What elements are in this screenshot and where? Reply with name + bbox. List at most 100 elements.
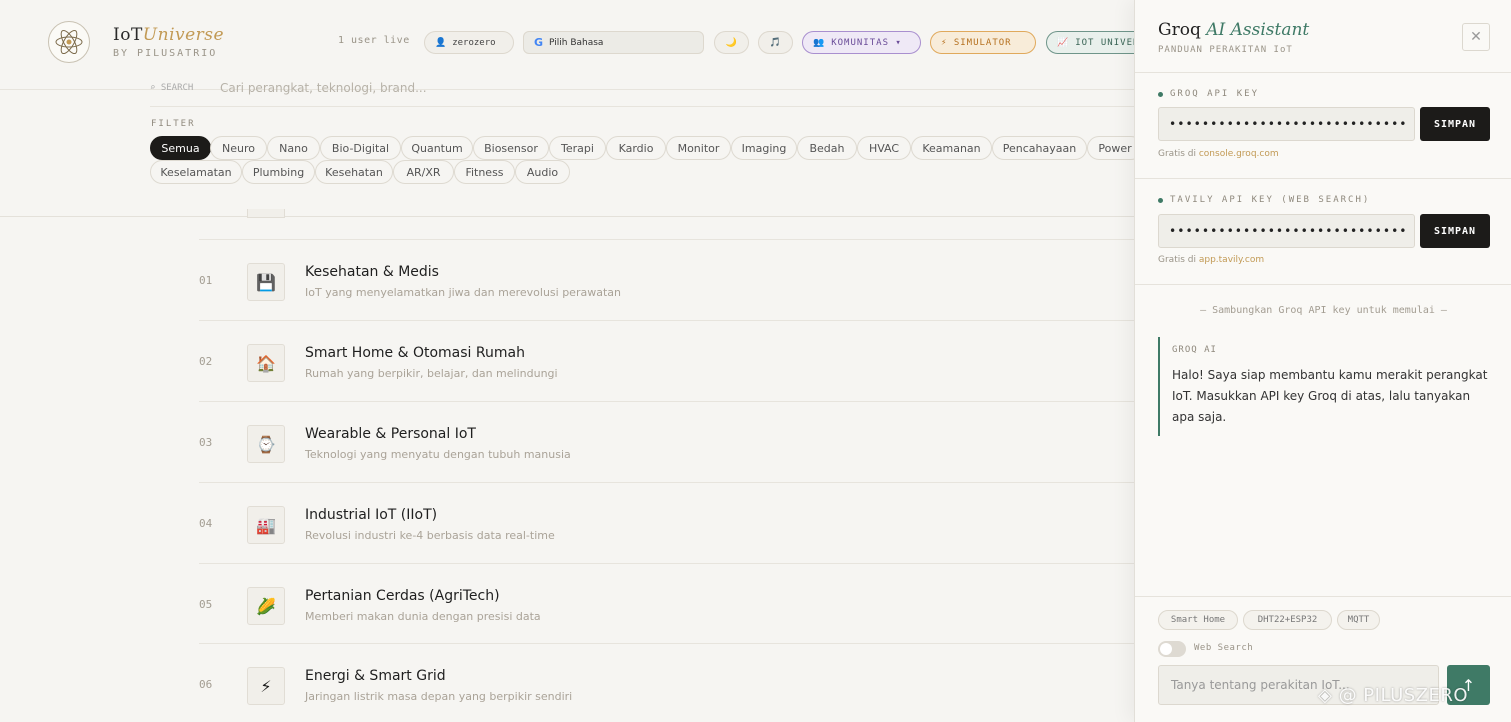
simulator-button[interactable]: ⚡ SIMULATOR	[930, 31, 1036, 54]
filter-chip-ar-xr[interactable]: AR/XR	[393, 160, 454, 184]
suggestion-chip[interactable]: Smart Home	[1158, 610, 1238, 630]
filter-chip-monitor[interactable]: Monitor	[666, 136, 731, 160]
category-title: Wearable & Personal IoT	[305, 426, 476, 442]
lightning-icon: ⚡	[247, 667, 285, 705]
iot-universe-button[interactable]: 📈 IOT UNIVERSE	[1046, 31, 1146, 54]
ai-sender-label: GROQ AI	[1172, 345, 1217, 355]
ai-message: GROQ AI Halo! Saya siap membantu kamu me…	[1158, 337, 1488, 436]
status-dot-icon	[1158, 197, 1163, 203]
filter-chip-pencahayaan[interactable]: Pencahayaan	[992, 136, 1087, 160]
search-icon: ⌕ SEARCH	[150, 83, 194, 93]
language-select[interactable]: G Pilih Bahasa	[523, 31, 704, 54]
tavily-save-button[interactable]: SIMPAN	[1420, 214, 1490, 248]
groq-console-link[interactable]: console.groq.com	[1199, 149, 1279, 159]
category-row[interactable]: 04 🏭 Industrial IoT (IIoT) Revolusi indu…	[199, 482, 1135, 563]
panel-divider	[1135, 72, 1511, 73]
web-search-toggle[interactable]	[1158, 641, 1186, 657]
brand-main: IoT	[113, 25, 143, 45]
brand-subtitle: BY PILUSATRIO	[113, 48, 218, 59]
house-icon: 🏠	[247, 344, 285, 382]
filter-chip-kesehatan[interactable]: Kesehatan	[315, 160, 393, 184]
theme-toggle-button[interactable]: 🌙	[714, 31, 749, 54]
brand-emphasis: Universe	[142, 25, 225, 45]
connect-message: — Sambungkan Groq API key untuk memulai …	[1200, 305, 1447, 316]
category-title: Pertanian Cerdas (AgriTech)	[305, 588, 500, 604]
language-label: Pilih Bahasa	[549, 37, 604, 48]
corn-icon: 🌽	[247, 587, 285, 625]
filter-chip-plumbing[interactable]: Plumbing	[242, 160, 315, 184]
close-icon[interactable]: ✕	[1462, 23, 1490, 51]
category-row[interactable]: 05 🌽 Pertanian Cerdas (AgriTech) Memberi…	[199, 563, 1135, 644]
filter-chip-bio-digital[interactable]: Bio-Digital	[320, 136, 401, 160]
brand-title[interactable]: IoTUniverse	[113, 25, 224, 45]
filter-divider	[0, 216, 1135, 217]
filter-chip-nano[interactable]: Nano	[267, 136, 320, 160]
user-button[interactable]: 👤 zerozero	[424, 31, 514, 54]
status-dot-icon	[1158, 91, 1163, 97]
category-description: Teknologi yang menyatu dengan tubuh manu…	[305, 448, 571, 461]
groq-key-label-text: GROQ API KEY	[1170, 89, 1260, 99]
filter-chip-semua[interactable]: Semua	[150, 136, 211, 160]
ai-message-text: Halo! Saya siap membantu kamu merakit pe…	[1172, 368, 1488, 424]
category-row[interactable]: 02 🏠 Smart Home & Otomasi Rumah Rumah ya…	[199, 320, 1135, 401]
filter-chip-hvac[interactable]: HVAC	[857, 136, 911, 160]
filter-chip-neuro[interactable]: Neuro	[210, 136, 267, 160]
user-icon: 👤	[435, 37, 447, 48]
filter-chip-biosensor[interactable]: Biosensor	[473, 136, 549, 160]
filter-chip-keamanan[interactable]: Keamanan	[911, 136, 992, 160]
panel-title-emphasis: AI Assistant	[1206, 20, 1310, 40]
tavily-api-key-input[interactable]: •••••••••••••••••••••••••••••	[1158, 214, 1415, 248]
category-row[interactable]: 06 ⚡ Energi & Smart Grid Jaringan listri…	[199, 643, 1135, 722]
chart-icon: 📈	[1057, 37, 1070, 48]
live-users-count: 1 user live	[338, 35, 410, 46]
factory-icon: 🏭	[247, 506, 285, 544]
category-title: Kesehatan & Medis	[305, 264, 439, 280]
google-icon: G	[534, 36, 544, 49]
komunitas-button[interactable]: 👥 KOMUNITAS ▾	[802, 31, 921, 54]
search-bar[interactable]: ⌕ SEARCH Cari perangkat, teknologi, bran…	[150, 81, 1135, 107]
category-description: Jaringan listrik masa depan yang berpiki…	[305, 690, 573, 703]
panel-divider	[1135, 284, 1511, 285]
suggestion-chip[interactable]: DHT22+ESP32	[1243, 610, 1332, 630]
panel-title: Groq AI Assistant	[1158, 20, 1309, 40]
panel-divider	[1135, 596, 1511, 597]
watermark: ◈ @ PILUSZERO	[1318, 685, 1469, 706]
suggestion-chip[interactable]: MQTT	[1337, 610, 1380, 630]
groq-api-key-input[interactable]: •••••••••••••••••••••••••••••	[1158, 107, 1415, 141]
web-search-label: Web Search	[1194, 643, 1254, 653]
filter-chip-terapi[interactable]: Terapi	[549, 136, 606, 160]
groq-note-prefix: Gratis di	[1158, 149, 1199, 159]
tavily-key-label-text: TAVILY API KEY (WEB SEARCH)	[1170, 195, 1371, 205]
tavily-link[interactable]: app.tavily.com	[1199, 255, 1264, 265]
category-number: 02	[199, 355, 213, 368]
filter-chip-imaging[interactable]: Imaging	[731, 136, 797, 160]
category-description: Rumah yang berpikir, belajar, dan melind…	[305, 367, 558, 380]
category-number: 03	[199, 436, 213, 449]
groq-free-note: Gratis di console.groq.com	[1158, 149, 1279, 159]
tavily-key-label: TAVILY API KEY (WEB SEARCH)	[1158, 195, 1370, 205]
filter-label: FILTER	[151, 119, 196, 129]
category-title: Smart Home & Otomasi Rumah	[305, 345, 525, 361]
filter-chip-quantum[interactable]: Quantum	[401, 136, 473, 160]
komunitas-label: KOMUNITAS ▾	[831, 37, 902, 48]
music-button[interactable]: 🎵	[758, 31, 793, 54]
category-row[interactable]: 03 ⌚ Wearable & Personal IoT Teknologi y…	[199, 401, 1135, 482]
category-description: Revolusi industri ke-4 berbasis data rea…	[305, 529, 555, 542]
filter-chip-audio[interactable]: Audio	[515, 160, 570, 184]
groq-save-button[interactable]: SIMPAN	[1420, 107, 1490, 141]
panel-title-main: Groq	[1158, 20, 1207, 40]
filter-chip-kardio[interactable]: Kardio	[606, 136, 666, 160]
category-title: Energi & Smart Grid	[305, 668, 446, 684]
music-icon: 🎵	[769, 37, 782, 48]
moon-icon: 🌙	[725, 37, 738, 48]
filter-chip-keselamatan[interactable]: Keselamatan	[150, 160, 242, 184]
category-description: IoT yang menyelamatkan jiwa dan merevolu…	[305, 286, 621, 299]
floppy-disk-icon: 💾	[247, 263, 285, 301]
filter-chip-fitness[interactable]: Fitness	[454, 160, 515, 184]
logo-icon[interactable]	[48, 21, 90, 63]
filter-chip-bedah[interactable]: Bedah	[797, 136, 857, 160]
simulator-label: ⚡ SIMULATOR	[941, 37, 1012, 48]
category-row[interactable]: 01 💾 Kesehatan & Medis IoT yang menyelam…	[199, 239, 1135, 320]
search-input[interactable]: Cari perangkat, teknologi, brand...	[220, 81, 427, 95]
category-number: 05	[199, 598, 213, 611]
